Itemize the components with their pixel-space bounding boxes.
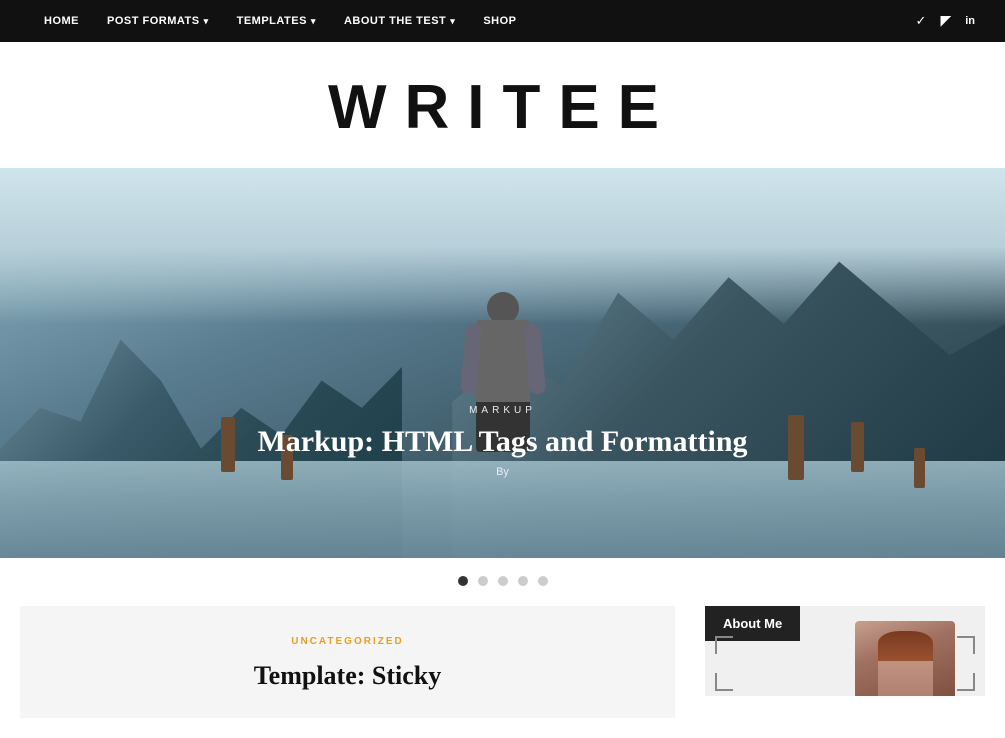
slider-dot-3[interactable] — [498, 576, 508, 586]
hero-by: By — [253, 466, 753, 478]
chevron-down-icon: ▾ — [311, 16, 316, 27]
nav-item-home[interactable]: HOME — [30, 0, 93, 42]
wooden-post-5 — [914, 448, 925, 488]
hero-background: MARKUP Markup: HTML Tags and Formatting … — [0, 168, 1005, 558]
hero-slider: MARKUP Markup: HTML Tags and Formatting … — [0, 168, 1005, 558]
hero-title: Markup: HTML Tags and Formatting — [253, 424, 753, 460]
social-icons:  ✓ ◤ in — [902, 13, 975, 30]
nav-item-templates[interactable]: TEMPLATES ▾ — [223, 0, 330, 42]
wooden-post-1 — [221, 417, 235, 472]
site-header: WRITEE — [0, 42, 1005, 168]
slider-dots — [0, 558, 1005, 606]
slider-dot-2[interactable] — [478, 576, 488, 586]
slider-dot-1[interactable] — [458, 576, 468, 586]
sidebar-column: About Me — [705, 606, 985, 738]
bracket-bottom-right — [957, 673, 975, 691]
chevron-down-icon: ▾ — [450, 16, 455, 27]
bracket-top-left — [715, 636, 733, 654]
twitter-icon[interactable]: ✓ — [916, 13, 927, 29]
wooden-post-3 — [788, 415, 804, 480]
hero-text-overlay: MARKUP Markup: HTML Tags and Formatting … — [253, 405, 753, 478]
nav-links: HOME POST FORMATS ▾ TEMPLATES ▾ ABOUT TH… — [30, 0, 531, 42]
instagram-icon[interactable]: ◤ — [940, 13, 951, 30]
chevron-down-icon: ▾ — [204, 16, 209, 27]
nav-item-post-formats[interactable]: POST FORMATS ▾ — [93, 0, 223, 42]
posts-column: UNCATEGORIZED Template: Sticky — [20, 606, 705, 738]
slider-dot-5[interactable] — [538, 576, 548, 586]
wooden-post-4 — [851, 422, 864, 472]
post-card: UNCATEGORIZED Template: Sticky — [20, 606, 675, 718]
bracket-bottom-left — [715, 673, 733, 691]
slider-dot-4[interactable] — [518, 576, 528, 586]
avatar-face — [878, 631, 933, 696]
linkedin-icon[interactable]: in — [965, 15, 975, 27]
main-content: UNCATEGORIZED Template: Sticky About Me — [0, 606, 1005, 738]
bracket-top-right — [957, 636, 975, 654]
nav-item-about-the-test[interactable]: ABOUT THE TEST ▾ — [330, 0, 469, 42]
nav-item-shop[interactable]: SHOP — [469, 0, 530, 42]
avatar-hair — [878, 631, 933, 661]
hero-category: MARKUP — [253, 405, 753, 416]
post-title[interactable]: Template: Sticky — [50, 659, 645, 693]
post-category: UNCATEGORIZED — [50, 636, 645, 647]
main-nav: HOME POST FORMATS ▾ TEMPLATES ▾ ABOUT TH… — [0, 0, 1005, 42]
avatar — [855, 621, 955, 696]
about-me-widget: About Me — [705, 606, 985, 696]
site-title: WRITEE — [0, 72, 1005, 143]
